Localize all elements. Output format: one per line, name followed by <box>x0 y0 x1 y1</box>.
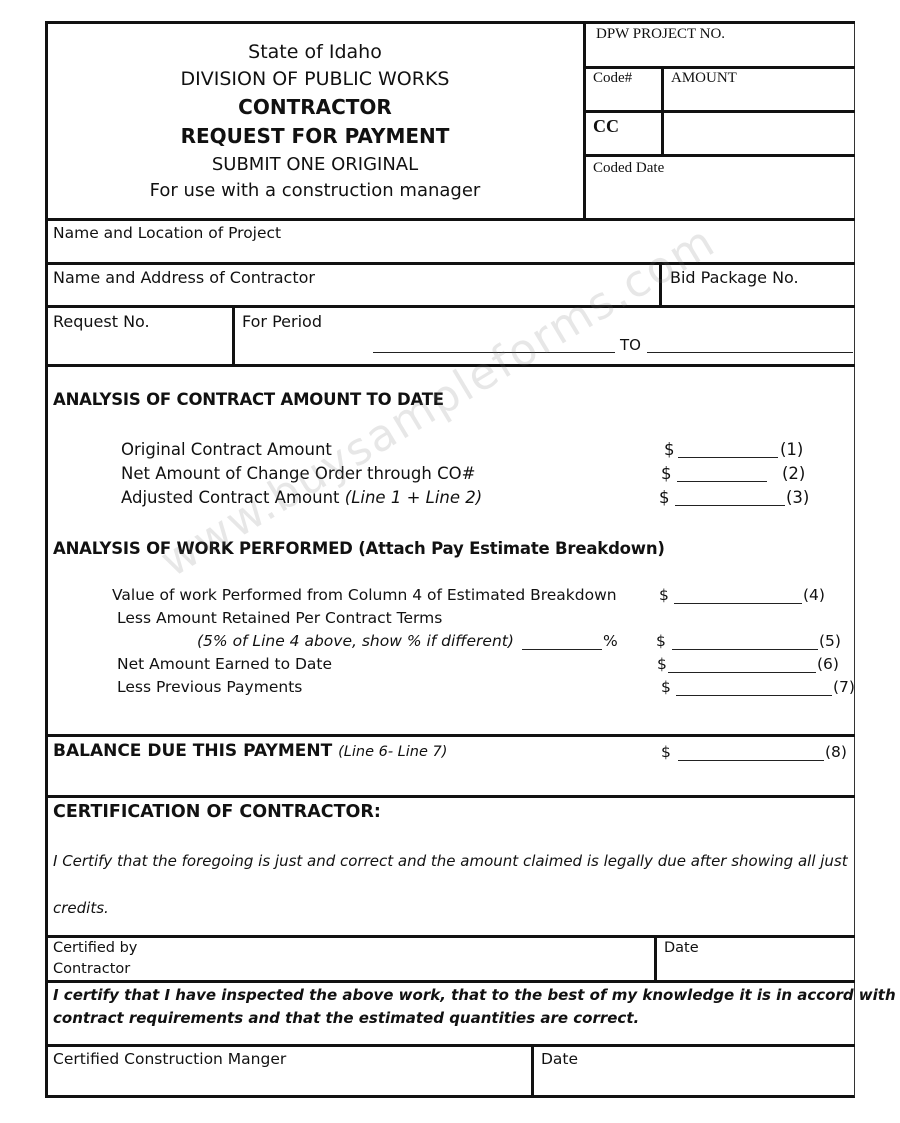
currency-symbol: $ <box>659 586 669 604</box>
divider <box>45 1044 855 1047</box>
divider <box>531 1044 534 1097</box>
usage-note: For use with a construction manager <box>149 180 481 201</box>
contractor-signature-field[interactable] <box>140 940 650 978</box>
manager-date-field[interactable] <box>538 1070 852 1094</box>
amount-label: AMOUNT <box>671 70 737 86</box>
divider <box>659 262 662 306</box>
contract-analysis-heading: ANALYSIS OF CONTRACT AMOUNT TO DATE <box>53 390 444 409</box>
balance-due-number: (8) <box>825 743 847 761</box>
currency-symbol: $ <box>656 632 666 650</box>
divider <box>45 305 855 308</box>
line-3-text: Adjusted Contract Amount <box>121 488 345 507</box>
line-4-amount-field[interactable] <box>674 587 802 604</box>
line-3-note: (Line 1 + Line 2) <box>344 488 483 507</box>
currency-symbol: $ <box>657 655 667 673</box>
coded-date-field[interactable] <box>586 180 854 218</box>
coded-date-label: Coded Date <box>593 160 665 176</box>
line-4-label: Value of work Performed from Column 4 of… <box>112 586 617 604</box>
divider <box>232 305 235 365</box>
divider <box>583 21 855 24</box>
period-start-field[interactable] <box>373 336 615 353</box>
divider <box>45 980 855 983</box>
line-3-number: (3) <box>786 488 810 507</box>
construction-manager-signature-field[interactable] <box>50 1070 528 1094</box>
amount-field[interactable] <box>664 90 854 110</box>
certification-statement-line2: credits. <box>53 899 109 917</box>
form-title-line2: REQUEST FOR PAYMENT <box>180 124 450 148</box>
line-2-amount-field[interactable] <box>677 465 767 482</box>
request-no-label: Request No. <box>53 312 150 331</box>
state-name: State of Idaho <box>248 41 382 63</box>
line-4-number: (4) <box>803 586 825 604</box>
cc-amount-field[interactable] <box>664 113 854 155</box>
to-label: TO <box>620 336 641 354</box>
line-7-number: (7) <box>833 678 855 696</box>
line-6-label: Net Amount Earned to Date <box>117 655 333 673</box>
bid-package-no-label: Bid Package No. <box>670 268 799 287</box>
currency-symbol: $ <box>659 488 670 507</box>
divider <box>45 734 855 737</box>
line-2-number: (2) <box>782 464 806 483</box>
period-end-field[interactable] <box>647 336 853 353</box>
line-1-amount-field[interactable] <box>678 441 778 458</box>
bid-package-no-field[interactable] <box>665 290 853 304</box>
line-1-label: Original Contract Amount <box>121 440 332 459</box>
divider <box>654 935 657 981</box>
division-name: DIVISION OF PUBLIC WORKS <box>180 68 450 90</box>
currency-symbol: $ <box>661 743 671 761</box>
contractor-name-address-label: Name and Address of Contractor <box>53 268 315 287</box>
balance-due-amount-field[interactable] <box>678 744 824 761</box>
certified-by-label-line1: Certified by <box>53 940 138 956</box>
currency-symbol: $ <box>661 464 672 483</box>
divider <box>45 218 855 221</box>
line-7-amount-field[interactable] <box>676 679 832 696</box>
form-title-line1: CONTRACTOR <box>238 95 392 119</box>
line-6-number: (6) <box>817 655 839 673</box>
line-5-number: (5) <box>819 632 841 650</box>
contractor-date-field[interactable] <box>660 958 852 978</box>
balance-due-text: BALANCE DUE THIS PAYMENT <box>53 741 339 761</box>
construction-manager-label: Certified Construction Manger <box>53 1050 287 1068</box>
divider <box>45 262 855 265</box>
project-name-location-field[interactable] <box>50 244 850 262</box>
certified-by-label-line2: Contractor <box>53 961 131 977</box>
manager-statement-line1: I certify that I have inspected the abov… <box>53 986 896 1004</box>
balance-due-label: BALANCE DUE THIS PAYMENT (Line 6- Line 7… <box>53 741 447 761</box>
manager-statement-line2: contract requirements and that the estim… <box>53 1009 640 1027</box>
currency-symbol: $ <box>664 440 675 459</box>
request-no-field[interactable] <box>50 334 228 360</box>
manager-date-label: Date <box>541 1050 579 1068</box>
line-3-label: Adjusted Contract Amount (Line 1 + Line … <box>121 488 482 507</box>
line-5-label: (5% of Line 4 above, show % if different… <box>197 632 514 650</box>
currency-symbol: $ <box>661 678 671 696</box>
line-7-label: Less Previous Payments <box>117 678 303 696</box>
contractor-name-address-field[interactable] <box>50 290 655 304</box>
cc-label: CC <box>593 116 619 136</box>
divider <box>45 795 855 798</box>
submit-note: SUBMIT ONE ORIGINAL <box>211 154 419 175</box>
dpw-project-no-label: DPW PROJECT NO. <box>596 26 726 42</box>
work-analysis-heading: ANALYSIS OF WORK PERFORMED (Attach Pay E… <box>53 539 665 558</box>
divider <box>45 364 855 367</box>
certification-statement-line1: I Certify that the foregoing is just and… <box>53 852 848 870</box>
line-5-amount-field[interactable] <box>672 633 818 650</box>
divider <box>583 66 855 69</box>
retainage-percent-field[interactable] <box>522 633 602 650</box>
divider <box>45 935 855 938</box>
divider <box>583 154 855 157</box>
dpw-project-no-field[interactable] <box>586 45 854 67</box>
percent-sign: % <box>603 632 618 650</box>
certification-heading: CERTIFICATION OF CONTRACTOR: <box>53 802 381 822</box>
contractor-date-label: Date <box>664 940 699 956</box>
line-1-number: (1) <box>780 440 804 459</box>
for-period-label: For Period <box>242 312 322 331</box>
retained-label: Less Amount Retained Per Contract Terms <box>117 609 443 627</box>
line-2-label: Net Amount of Change Order through CO# <box>121 464 476 483</box>
project-name-location-label: Name and Location of Project <box>53 224 282 242</box>
line-3-amount-field[interactable] <box>675 489 785 506</box>
code-label: Code# <box>593 70 633 86</box>
balance-due-note: (Line 6- Line 7) <box>338 744 448 760</box>
line-6-amount-field[interactable] <box>668 656 816 673</box>
